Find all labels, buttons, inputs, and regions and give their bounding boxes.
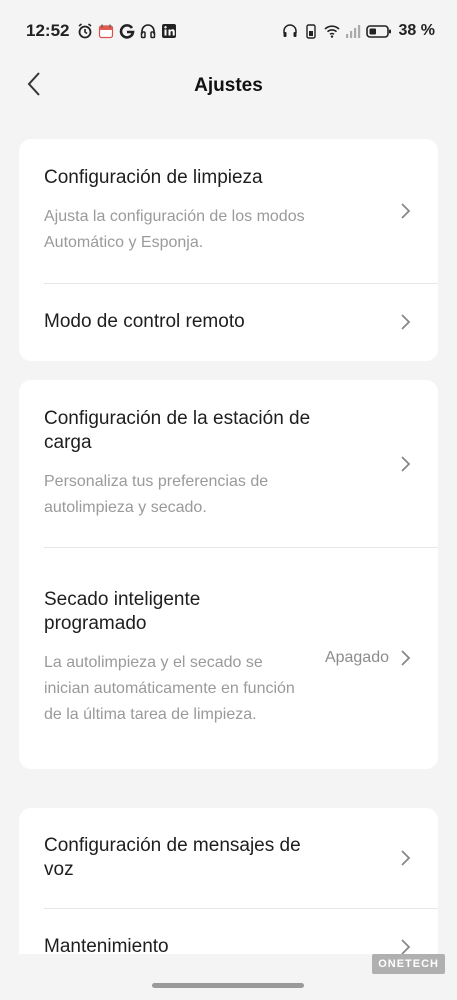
phone-battery-icon	[303, 23, 319, 39]
smart-dry-desc: La autolimpieza y el secado se inician a…	[44, 654, 295, 723]
status-time: 12:52	[26, 21, 70, 40]
cleaning-settings-desc: Ajusta la configuración de los modos Aut…	[44, 208, 305, 251]
smart-dry-title: Secado inteligente programado	[44, 589, 201, 634]
status-left: 12:52	[26, 21, 177, 41]
voice-settings-row[interactable]: Configuración de mensajes de voz	[19, 808, 438, 908]
cleaning-settings-title: Configuración de limpieza	[44, 167, 263, 188]
voice-settings-title: Configuración de mensajes de voz	[44, 835, 301, 880]
cleaning-settings-row[interactable]: Configuración de limpieza Ajusta la conf…	[19, 139, 438, 283]
settings-card-station: Configuración de la estación de carga Pe…	[19, 380, 438, 769]
back-button[interactable]	[18, 70, 50, 102]
status-right: 38 %	[282, 22, 435, 40]
wifi-icon	[323, 23, 340, 39]
watermark-text: ONETECH	[378, 958, 439, 970]
settings-card-cleaning: Configuración de limpieza Ajusta la conf…	[19, 139, 438, 361]
smart-dry-row[interactable]: Secado inteligente programado La autolim…	[19, 547, 438, 769]
chevron-right-icon	[399, 938, 413, 954]
chevron-left-icon	[27, 71, 41, 101]
page-title: Ajustes	[194, 75, 263, 96]
signal-icon	[345, 23, 361, 39]
calendar-icon	[98, 23, 114, 39]
maintenance-title: Mantenimiento	[44, 936, 169, 954]
headphones-icon	[140, 23, 156, 39]
earbuds-icon	[282, 23, 298, 39]
chevron-right-icon	[399, 455, 413, 473]
watermark: ONETECH	[372, 954, 445, 974]
maintenance-row[interactable]: Mantenimiento	[19, 908, 438, 954]
chevron-right-icon	[399, 849, 413, 867]
station-settings-desc: Personaliza tus preferencias de autolimp…	[44, 472, 269, 516]
remote-control-title: Modo de control remoto	[44, 311, 245, 332]
chevron-right-icon	[399, 649, 413, 667]
station-settings-title: Configuración de la estación de carga	[44, 407, 311, 453]
battery-icon	[365, 23, 392, 39]
home-indicator[interactable]	[152, 983, 304, 988]
header: Ajustes	[0, 62, 457, 110]
chevron-right-icon	[399, 202, 413, 220]
alarm-icon	[77, 23, 93, 39]
g-app-icon	[119, 23, 135, 39]
station-settings-row[interactable]: Configuración de la estación de carga Pe…	[19, 380, 438, 547]
smart-dry-status: Apagado	[324, 649, 389, 666]
battery-percent: 38 %	[398, 22, 435, 39]
status-bar: 12:52 38 %	[0, 0, 457, 62]
remote-control-row[interactable]: Modo de control remoto	[19, 283, 438, 361]
chevron-right-icon	[399, 313, 413, 331]
settings-card-voice: Configuración de mensajes de voz Manteni…	[19, 808, 438, 954]
linkedin-icon	[161, 23, 177, 39]
